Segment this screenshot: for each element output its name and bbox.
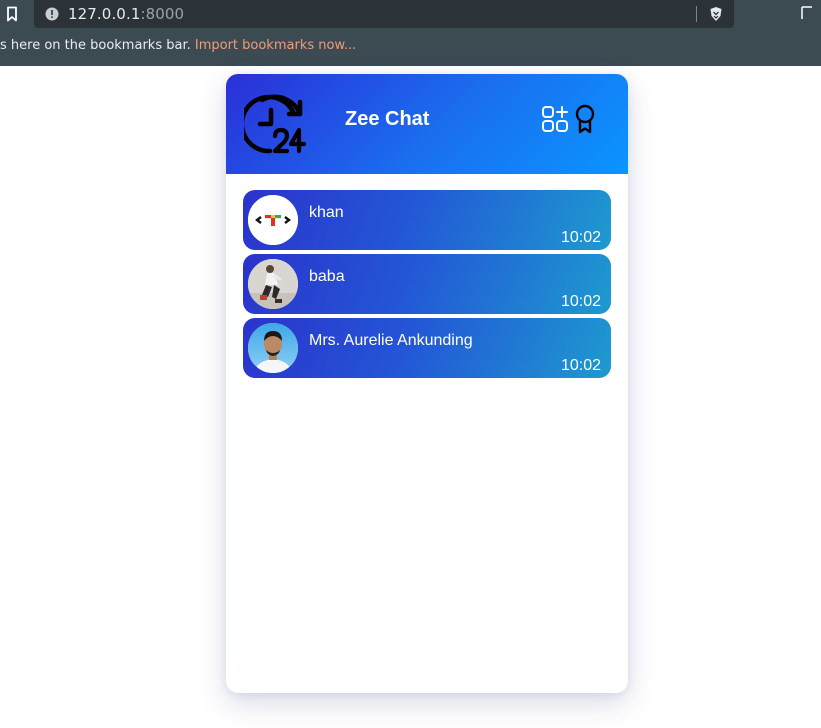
bookmarks-hint-text: s here on the bookmarks bar. [0,38,191,53]
chat-time: 10:02 [560,293,601,310]
chat-item-baba[interactable]: baba 10:02 [243,254,611,314]
clock-24-icon [244,94,307,154]
badge-icon[interactable] [573,104,597,134]
chat-item-aurelie-ankunding[interactable]: Mrs. Aurelie Ankunding 10:02 [243,318,611,378]
bookmarks-bar-message: s here on the bookmarks bar. Import book… [0,38,356,58]
chat-name: Mrs. Aurelie Ankunding [309,332,473,349]
address-bar[interactable]: 127.0.0.1:8000 [34,0,734,28]
address-divider [696,6,697,22]
avatar [248,259,298,309]
menu-edge-icon[interactable] [801,6,813,20]
brave-shield-icon[interactable] [709,6,723,22]
logo-avatar [248,195,298,245]
info-icon[interactable] [45,7,59,21]
avatar [248,195,298,245]
chat-list: khan 10:02 baba 10:02 Mrs. Aurelie Ankun… [243,190,611,382]
import-bookmarks-link[interactable]: Import bookmarks now... [195,38,356,53]
avatar [248,323,298,373]
chat-name: baba [309,268,345,285]
chat-card: Zee Chat khan 10:02 baba 10:02 Mrs. Aure… [226,74,628,693]
app-title: Zee Chat [345,108,430,130]
chat-name: khan [309,204,344,221]
url-text[interactable]: 127.0.0.1:8000 [68,5,184,23]
bookmark-icon[interactable] [5,6,19,22]
url-host: 127.0.0.1 [68,5,141,23]
browser-toolbar: 127.0.0.1:8000 s here on the bookmarks b… [0,0,821,66]
person-photo-avatar [248,259,298,309]
chat-item-khan[interactable]: khan 10:02 [243,190,611,250]
apps-add-icon[interactable] [541,105,569,133]
chat-time: 10:02 [560,357,601,374]
chat-header: Zee Chat [226,74,628,174]
url-port: :8000 [140,5,185,23]
person-photo-avatar [248,323,298,373]
chat-time: 10:02 [560,229,601,246]
